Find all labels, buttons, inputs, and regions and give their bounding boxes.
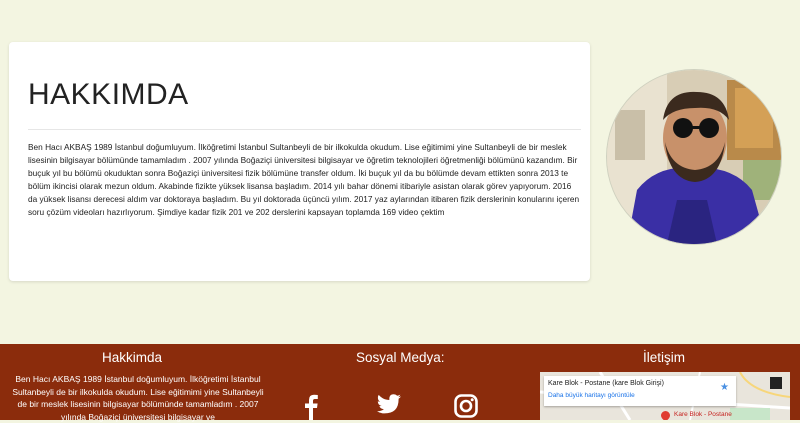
star-icon[interactable]: ★ (720, 382, 729, 393)
footer-about-text: Ben Hacı AKBAŞ 1989 İstanbul doğumluyum.… (12, 374, 264, 422)
footer-about-title: Hakkimda (102, 350, 163, 365)
map-larger-link[interactable]: Daha büyük haritayı görüntüle (548, 392, 635, 399)
instagram-icon[interactable] (453, 394, 479, 420)
twitter-icon[interactable] (376, 394, 402, 420)
map-info-card: Kare Blok - Postane (kare Blok Girişi) D… (544, 376, 736, 406)
footer: Hakkimda Ben Hacı AKBAŞ 1989 İstanbul do… (0, 344, 800, 422)
map-embed[interactable]: Kare Blok - Postane (kare Blok Girişi) D… (540, 372, 790, 420)
map-pin-label: Kare Blok - Postane (674, 411, 732, 418)
map-place-name: Kare Blok - Postane (kare Blok Girişi) (548, 380, 664, 387)
about-title: HAKKIMDA (28, 78, 189, 111)
footer-social-title: Sosyal Medya: (356, 350, 445, 365)
about-text: Ben Hacı AKBAŞ 1989 İstanbul doğumluyum.… (28, 142, 580, 217)
about-card: HAKKIMDA Ben Hacı AKBAŞ 1989 İstanbul do… (9, 42, 590, 281)
footer-contact-title: İletişim (643, 350, 686, 365)
profile-photo (607, 70, 781, 244)
about-divider (28, 129, 581, 130)
facebook-icon[interactable] (298, 394, 324, 420)
expand-map-icon[interactable] (770, 377, 782, 389)
